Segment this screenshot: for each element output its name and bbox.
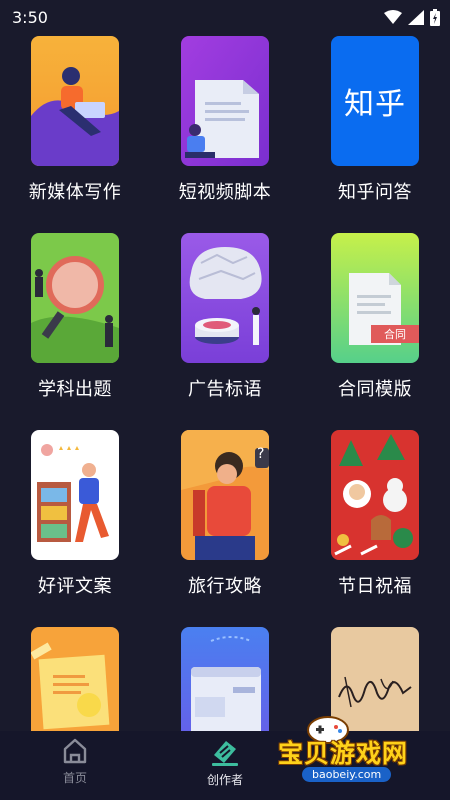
tile-label: 短视频脚本 bbox=[178, 182, 272, 203]
person-at-laptop-illustration bbox=[31, 36, 119, 166]
template-card-travel-guide[interactable]: ? 旅行攻略 bbox=[150, 430, 300, 625]
tile-label: 好评文案 bbox=[38, 576, 112, 597]
template-card-good-review[interactable]: 好评文案 bbox=[0, 430, 150, 625]
creator-pen-icon bbox=[212, 741, 238, 766]
watermark: 宝贝游戏网 baobeiy.com bbox=[268, 712, 448, 797]
tile-label: 节日祝福 bbox=[338, 576, 412, 597]
tile-label: 新媒体写作 bbox=[28, 182, 122, 203]
magnifier-illustration bbox=[31, 233, 119, 363]
tab-label: 创作者 bbox=[206, 773, 243, 787]
contract-badge: 合同 bbox=[384, 328, 406, 341]
status-icons bbox=[384, 8, 440, 26]
template-card-subject-questions[interactable]: 学科出题 bbox=[0, 233, 150, 428]
review-stars-illustration bbox=[31, 430, 119, 560]
template-card-new-media-writing[interactable]: 新媒体写作 bbox=[0, 36, 150, 231]
home-icon bbox=[63, 738, 87, 764]
zhihu-logo: 知乎 bbox=[331, 36, 419, 166]
contract-document-illustration: 合同 bbox=[331, 233, 419, 363]
tab-label: 首页 bbox=[62, 771, 87, 785]
brain-lab-illustration bbox=[181, 233, 269, 363]
status-time: 3:50 bbox=[12, 7, 48, 27]
tile-label: 学科出题 bbox=[38, 379, 112, 400]
question-mark-icon: ? bbox=[257, 446, 265, 462]
tab-home[interactable]: 首页 bbox=[0, 731, 150, 800]
tile-label: 合同模版 bbox=[338, 379, 412, 400]
watermark-title: 宝贝游戏网 bbox=[278, 739, 409, 768]
template-card-short-video-script[interactable]: 短视频脚本 bbox=[150, 36, 300, 231]
zhihu-logo-text: 知乎 bbox=[344, 87, 406, 122]
signal-icon bbox=[408, 9, 424, 25]
wifi-icon bbox=[384, 10, 402, 24]
christmas-pattern-illustration bbox=[331, 430, 419, 560]
template-card-ad-slogan[interactable]: 广告标语 bbox=[150, 233, 300, 428]
watermark-url: baobeiy.com bbox=[302, 767, 392, 782]
traveler-illustration: ? bbox=[181, 430, 269, 560]
template-card-holiday-greetings[interactable]: 节日祝福 bbox=[300, 430, 450, 625]
template-card-zhihu-qa[interactable]: 知乎 知乎问答 bbox=[300, 36, 450, 231]
tile-label: 知乎问答 bbox=[338, 182, 412, 203]
person-with-document-illustration bbox=[181, 36, 269, 166]
battery-icon bbox=[430, 8, 440, 26]
status-bar: 3:50 bbox=[0, 0, 450, 34]
tile-label: 广告标语 bbox=[188, 379, 262, 400]
template-card-contract-template[interactable]: 合同 合同模版 bbox=[300, 233, 450, 428]
tile-label: 旅行攻略 bbox=[188, 576, 262, 597]
